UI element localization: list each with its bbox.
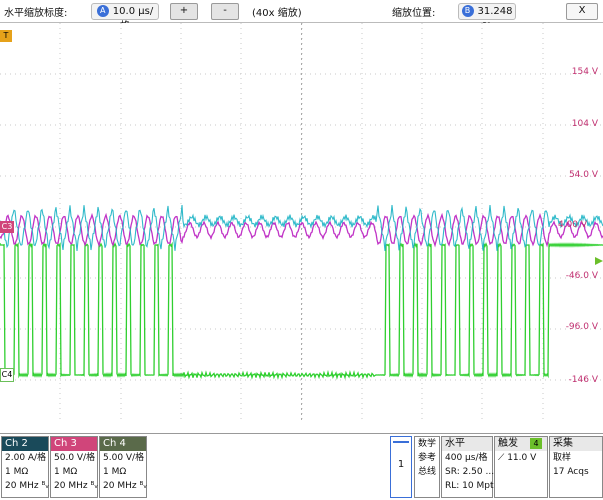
horizontal-info-box[interactable]: 水平 400 μs/格 SR: 2.50 ... RL: 10 Mpts (441, 436, 499, 498)
ch2-title: Ch 2 (2, 437, 48, 451)
math-label: 数学 (418, 439, 437, 449)
waveform-display[interactable]: T C3 C4 154 V 104 V 54.0 V 4.00 V -46.0 … (0, 23, 603, 423)
acq-title: 采集 (550, 437, 602, 451)
zoom-in-button[interactable]: + (170, 3, 198, 20)
zoom-factor: (40x 缩放) (252, 8, 302, 19)
trigger-level-arrow (595, 257, 603, 265)
trigger-title: 触发 (498, 438, 518, 449)
ch2-info-box[interactable]: Ch 2 2.00 A/格 1 MΩ 20 MHz ᴮᵥ (1, 436, 49, 498)
waveform-canvas (0, 23, 603, 423)
volt-label-neg146: -146 V (568, 375, 598, 385)
horizontal-scale: 400 μs/格 (445, 453, 488, 463)
zoom-out-button[interactable]: - (211, 3, 239, 20)
ref-label: 参考 (418, 453, 437, 463)
knob-a-icon: A (96, 5, 109, 17)
ch3-offset-marker[interactable]: C3 (0, 221, 14, 233)
ch3-info-box[interactable]: Ch 3 50.0 V/格 1 MΩ 20 MHz ᴮᵥ (50, 436, 98, 498)
volt-label-154: 154 V (571, 67, 598, 77)
h-zoom-scale-control[interactable]: A10.0 μs/格 (91, 3, 159, 32)
status-bar: Ch 2 2.00 A/格 1 MΩ 20 MHz ᴮᵥ Ch 3 50.0 V… (0, 433, 603, 500)
ch3-impedance: 1 MΩ (54, 467, 78, 477)
ch4-scale: 5.00 V/格 (103, 453, 145, 463)
ch4-offset-marker[interactable]: C4 (0, 368, 14, 382)
knob-b-icon: B (461, 5, 474, 17)
ref-number: 1 (397, 459, 405, 470)
bandwidth-limit-icon: ᴮᵥ (41, 481, 50, 491)
rising-edge-icon: ⟋ (498, 453, 505, 463)
ch2-bandwidth: 20 MHz (5, 481, 39, 491)
bus-label: 总线 (418, 467, 437, 477)
volt-label-neg46: -46.0 V (565, 271, 598, 281)
volt-label-54: 54.0 V (568, 170, 598, 180)
acq-count: 17 Acqs (553, 467, 589, 477)
trigger-info-box[interactable]: 触发 4 ⟋ 11.0 V (494, 436, 548, 498)
ch3-title: Ch 3 (51, 437, 97, 451)
horizontal-title: 水平 (442, 437, 492, 451)
ch4-impedance: 1 MΩ (103, 467, 127, 477)
h-zoom-label: 水平缩放标度: (4, 8, 68, 19)
ch4-info-box[interactable]: Ch 4 5.00 V/格 1 MΩ 20 MHz ᴮᵥ (99, 436, 147, 498)
acq-mode: 取样 (553, 453, 572, 463)
ch4-bandwidth: 20 MHz (103, 481, 137, 491)
record-length: RL: 10 Mpts (445, 481, 499, 491)
zoom-toolbar: 水平缩放标度: A10.0 μs/格 + - (40x 缩放) 缩放位置: B3… (0, 0, 603, 32)
ch2-impedance: 1 MΩ (5, 467, 29, 477)
ch3-bandwidth: 20 MHz (54, 481, 88, 491)
trigger-title-row: 触发 4 (495, 437, 547, 451)
trigger-level: 11.0 V (507, 453, 537, 463)
volt-label-4: 4.00 V (557, 220, 587, 230)
bandwidth-limit-icon: ᴮᵥ (139, 481, 148, 491)
volt-label-104: 104 V (571, 119, 598, 129)
ch2-scale: 2.00 A/格 (5, 453, 47, 463)
volt-label-neg96: -96.0 V (565, 322, 598, 332)
zoom-position-control[interactable]: B31.248 % (458, 3, 516, 32)
acquisition-info-box[interactable]: 采集 取样 17 Acqs (549, 436, 603, 498)
trigger-channel-badge: 4 (530, 438, 542, 449)
zoom-position-label: 缩放位置: (392, 8, 436, 19)
ch4-title: Ch 4 (100, 437, 146, 451)
math-ref-bus-menu[interactable]: 数学 参考 总线 (414, 436, 440, 498)
ref-waveform-button[interactable]: 1 (390, 436, 412, 498)
trigger-position-marker[interactable]: T (0, 30, 12, 42)
close-zoom-button[interactable]: X (566, 3, 598, 20)
sample-rate: SR: 2.50 ... (445, 467, 495, 477)
ch3-scale: 50.0 V/格 (54, 453, 96, 463)
bandwidth-limit-icon: ᴮᵥ (90, 481, 99, 491)
